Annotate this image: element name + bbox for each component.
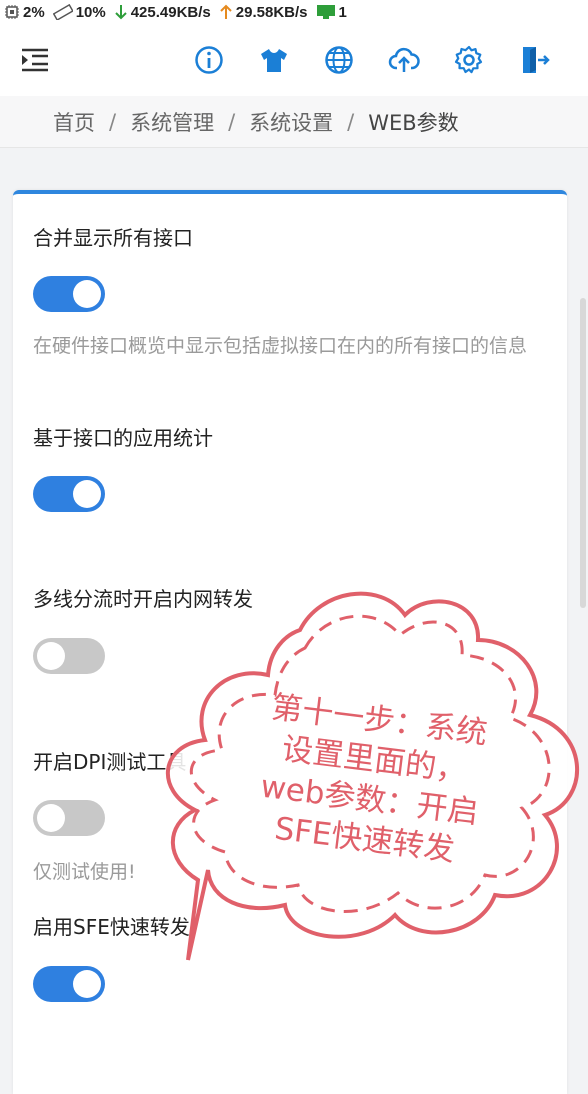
breadcrumb-system-management[interactable]: 系统管理: [130, 107, 214, 137]
toggle-knob: [73, 480, 101, 508]
devices-indicator: 1: [316, 4, 347, 21]
cpu-indicator: 2%: [4, 4, 45, 21]
setting-label-interface-app-stats: 基于接口的应用统计: [33, 426, 213, 450]
toggle-show-all-interfaces[interactable]: [33, 276, 105, 312]
monitor-icon: [316, 5, 335, 19]
setting-label-multiline-lan-forward: 多线分流时开启内网转发: [33, 587, 253, 611]
breadcrumb-system-settings[interactable]: 系统设置: [249, 107, 333, 137]
cloud-upload-icon[interactable]: [388, 44, 420, 76]
toggle-knob: [73, 280, 101, 308]
status-bar: 2% 10% 425.49KB/s 29.58KB/s 1: [0, 0, 588, 24]
toggle-multiline-lan-forward[interactable]: [33, 638, 105, 674]
setting-label-sfe-fast-forward: 启用SFE快速转发: [33, 915, 190, 939]
devices-count: 1: [338, 3, 347, 21]
download-indicator: 425.49KB/s: [114, 4, 211, 21]
theme-shirt-icon[interactable]: [258, 44, 290, 76]
info-icon[interactable]: [193, 44, 225, 76]
arrow-down-icon: [115, 5, 127, 20]
arrow-up-icon: [220, 4, 232, 19]
breadcrumb: 首页 / 系统管理 / 系统设置 / WEB参数: [0, 96, 588, 148]
language-globe-icon[interactable]: [323, 44, 355, 76]
setting-label-show-all-interfaces: 合并显示所有接口: [33, 226, 193, 250]
memory-indicator: 10%: [52, 3, 106, 21]
memory-icon: [52, 4, 73, 20]
logout-icon[interactable]: [519, 44, 551, 76]
toggle-knob: [37, 642, 65, 670]
cpu-icon: [5, 5, 19, 19]
toggle-interface-app-stats[interactable]: [33, 476, 105, 512]
breadcrumb-separator: /: [228, 109, 236, 134]
upload-speed: 29.58KB/s: [235, 3, 308, 21]
breadcrumb-separator: /: [109, 109, 117, 134]
download-speed: 425.49KB/s: [130, 3, 211, 21]
toggle-knob: [37, 804, 65, 832]
toggle-dpi-test-tool[interactable]: [33, 800, 105, 836]
breadcrumb-separator: /: [347, 109, 355, 134]
web-settings-card: 合并显示所有接口 在硬件接口概览中显示包括虚拟接口在内的所有接口的信息 基于接口…: [13, 190, 567, 1094]
settings-gear-icon[interactable]: [453, 44, 485, 76]
breadcrumb-home[interactable]: 首页: [53, 107, 95, 137]
toggle-sfe-fast-forward[interactable]: [33, 966, 105, 1002]
setting-desc-show-all-interfaces: 在硬件接口概览中显示包括虚拟接口在内的所有接口的信息: [33, 335, 528, 357]
toggle-knob: [73, 970, 101, 998]
memory-value: 10%: [75, 3, 106, 21]
annotation-text: 第十一步：系统 设置里面的， web参数：开启 SFE快速转发: [223, 684, 520, 877]
top-toolbar: [0, 24, 588, 96]
menu-collapse-icon[interactable]: [19, 44, 51, 76]
upload-indicator: 29.58KB/s: [219, 4, 308, 21]
setting-label-dpi-test-tool: 开启DPI测试工具: [33, 750, 187, 774]
breadcrumb-current-page: WEB参数: [368, 110, 459, 135]
cpu-value: 2%: [23, 3, 45, 21]
scrollbar[interactable]: [580, 298, 586, 608]
